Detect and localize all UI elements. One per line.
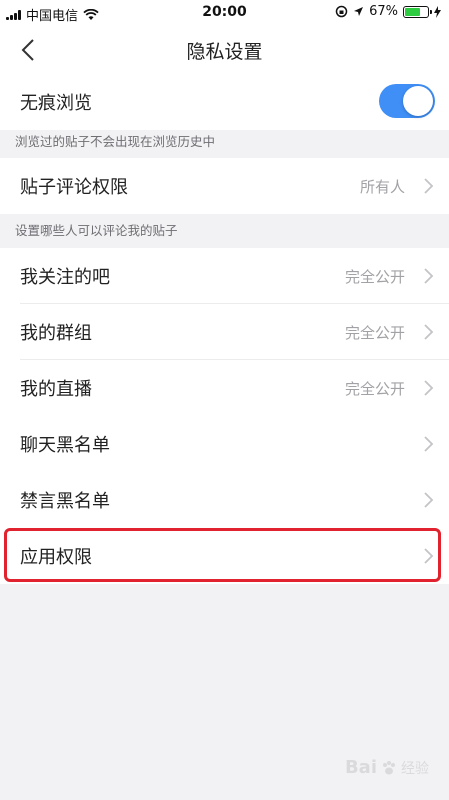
charging-icon xyxy=(434,5,441,18)
watermark: Bai 经验 xyxy=(345,757,429,778)
post-comment-note: 设置哪些人可以评论我的贴子 xyxy=(15,223,178,238)
page-title: 隐私设置 xyxy=(186,41,263,63)
status-right: 67% xyxy=(335,4,441,19)
mute-blacklist-label: 禁言黑名单 xyxy=(20,491,110,512)
chevron-right-icon xyxy=(424,380,434,396)
post-comment-label: 贴子评论权限 xyxy=(20,177,128,198)
battery-percent: 67% xyxy=(369,4,398,19)
incognito-label: 无痕浏览 xyxy=(20,93,92,114)
nav-bar: 隐私设置 xyxy=(0,26,449,74)
chat-blacklist-row[interactable]: 聊天黑名单 xyxy=(0,416,449,472)
watermark-text: Bai xyxy=(344,757,377,778)
battery-icon xyxy=(403,5,432,18)
my-groups-label: 我的群组 xyxy=(20,323,92,344)
paw-icon xyxy=(383,760,395,774)
post-comment-value: 所有人 xyxy=(359,177,405,196)
followed-bars-row[interactable]: 我关注的吧 完全公开 xyxy=(0,248,449,304)
mute-blacklist-row[interactable]: 禁言黑名单 xyxy=(0,472,449,528)
chat-blacklist-label: 聊天黑名单 xyxy=(20,435,110,456)
my-live-row[interactable]: 我的直播 完全公开 xyxy=(0,360,449,416)
lock-rotation-icon xyxy=(335,5,348,18)
app-permissions-label: 应用权限 xyxy=(20,547,92,568)
chevron-right-icon xyxy=(424,324,434,340)
location-icon xyxy=(354,7,364,16)
post-comment-permission-row[interactable]: 贴子评论权限 所有人 xyxy=(0,158,449,214)
my-groups-row[interactable]: 我的群组 完全公开 xyxy=(0,304,449,360)
incognito-note: 浏览过的贴子不会出现在浏览历史中 xyxy=(15,134,216,149)
chevron-right-icon xyxy=(424,178,434,194)
my-live-label: 我的直播 xyxy=(20,379,92,400)
chevron-right-icon xyxy=(424,268,434,284)
followed-bars-label: 我关注的吧 xyxy=(20,267,110,288)
followed-bars-value: 完全公开 xyxy=(344,267,405,286)
watermark-sub: 经验 xyxy=(401,760,429,777)
chevron-right-icon xyxy=(424,492,434,508)
app-permissions-row[interactable]: 应用权限 xyxy=(0,528,449,584)
incognito-toggle[interactable] xyxy=(379,84,435,118)
toggle-knob xyxy=(403,86,433,116)
incognito-row: 无痕浏览 xyxy=(0,74,449,130)
status-bar: 中国电信 20:00 67% xyxy=(0,0,449,26)
my-groups-value: 完全公开 xyxy=(344,323,405,342)
chevron-right-icon xyxy=(424,548,434,564)
chevron-right-icon xyxy=(424,436,434,452)
my-live-value: 完全公开 xyxy=(344,379,405,398)
